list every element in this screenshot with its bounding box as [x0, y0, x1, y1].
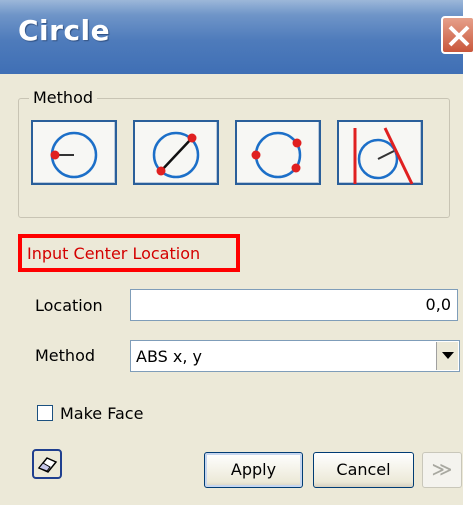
- circle-three-point-button[interactable]: [235, 120, 321, 185]
- background-strip: [463, 74, 474, 505]
- close-button[interactable]: [441, 16, 474, 54]
- apply-button[interactable]: Apply: [204, 452, 303, 488]
- circle-tangent-button[interactable]: [337, 120, 423, 185]
- prompt-highlight: Input Center Location: [18, 234, 240, 272]
- circle-three-point-icon: [251, 131, 302, 179]
- circle-center-radius-icon: [50, 131, 98, 179]
- circle-diameter-icon: [152, 131, 200, 179]
- cancel-button[interactable]: Cancel: [313, 452, 414, 488]
- eraser-icon: [37, 457, 58, 473]
- prompt-text: Input Center Location: [27, 244, 201, 263]
- more-options-button[interactable]: ≫: [422, 452, 462, 488]
- circle-center-radius-button[interactable]: [31, 120, 117, 185]
- method-select-value: ABS x, y: [136, 347, 202, 366]
- location-input[interactable]: 0,0: [130, 289, 458, 321]
- eraser-button[interactable]: [32, 449, 62, 479]
- dropdown-arrow-button[interactable]: [436, 342, 458, 370]
- make-face-checkbox[interactable]: [37, 405, 53, 421]
- method-groupbox: Method: [18, 88, 450, 218]
- make-face-label[interactable]: Make Face: [60, 404, 143, 423]
- circle-diameter-button[interactable]: [133, 120, 219, 185]
- method-label: Method: [35, 346, 96, 365]
- method-group-label: Method: [29, 88, 98, 107]
- chevron-down-icon: [442, 352, 454, 359]
- circle-dialog: Circle Method Input Center Location Loca…: [0, 0, 463, 505]
- title-bar[interactable]: Circle: [0, 0, 463, 74]
- location-label: Location: [35, 296, 103, 315]
- method-select[interactable]: ABS x, y: [130, 340, 460, 372]
- dialog-title: Circle: [18, 14, 111, 47]
- circle-tangent-icon: [353, 127, 414, 185]
- close-icon: [448, 25, 470, 47]
